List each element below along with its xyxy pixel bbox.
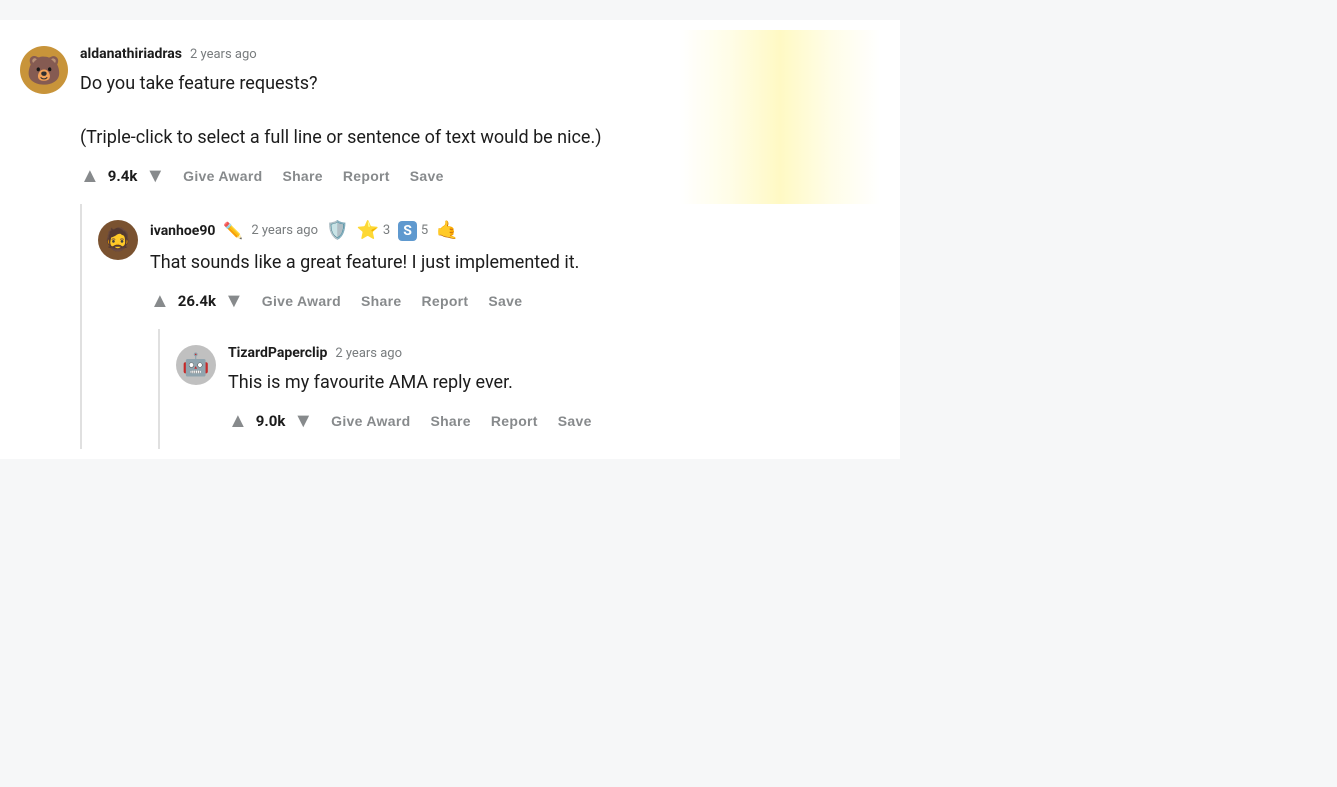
comment-line-1: Do you take feature requests? <box>80 70 880 97</box>
comment-thread: 🐻 aldanathiriadras 2 years ago Do you ta… <box>0 20 900 459</box>
give-award-btn-ivanhoe[interactable]: Give Award <box>260 289 343 313</box>
comment-aldana: 🐻 aldanathiriadras 2 years ago Do you ta… <box>20 30 880 204</box>
comment-text-tizard: This is my favourite AMA reply ever. <box>228 369 880 396</box>
comment-line-ivanhoe-1: That sounds like a great feature! I just… <box>150 249 880 276</box>
comment-body-aldana: aldanathiriadras 2 years ago Do you take… <box>80 46 880 188</box>
comment-header-tizard: TizardPaperclip 2 years ago <box>228 345 880 361</box>
report-btn-aldana[interactable]: Report <box>341 164 392 188</box>
badge-shield: 🛡️ <box>326 220 348 241</box>
username-aldana[interactable]: aldanathiriadras <box>80 46 182 62</box>
give-award-btn-tizard[interactable]: Give Award <box>329 409 412 433</box>
time-tizard: 2 years ago <box>335 346 402 361</box>
nested-comment-ivanhoe: 🧔 ivanhoe90 ✏️ 2 years ago 🛡️ ⭐ 3 S 5 🤙 … <box>80 204 880 449</box>
comment-actions-tizard: ▲ 9.0k ▼ Give Award Share Report Save <box>228 408 880 433</box>
comment-header-aldana: aldanathiriadras 2 years ago <box>80 46 880 62</box>
comment-actions-ivanhoe: ▲ 26.4k ▼ Give Award Share Report Save <box>150 288 880 313</box>
report-btn-tizard[interactable]: Report <box>489 409 540 433</box>
avatar-aldana: 🐻 <box>20 46 68 94</box>
save-btn-tizard[interactable]: Save <box>556 409 594 433</box>
badge-star: ⭐ <box>356 220 378 241</box>
nested-comment-tizard: 🤖 TizardPaperclip 2 years ago This is my… <box>158 329 880 449</box>
time-aldana: 2 years ago <box>190 47 257 62</box>
comment-body-ivanhoe: ivanhoe90 ✏️ 2 years ago 🛡️ ⭐ 3 S 5 🤙 Th… <box>150 220 880 313</box>
avatar-tizard: 🤖 <box>176 345 216 385</box>
upvote-aldana[interactable]: ▲ <box>80 163 100 188</box>
vote-count-tizard: 9.0k <box>256 412 286 430</box>
save-btn-aldana[interactable]: Save <box>408 164 446 188</box>
vote-section-aldana: ▲ 9.4k ▼ <box>80 163 165 188</box>
nested-inner-ivanhoe: 🧔 ivanhoe90 ✏️ 2 years ago 🛡️ ⭐ 3 S 5 🤙 … <box>98 204 880 329</box>
downvote-tizard[interactable]: ▼ <box>293 408 313 433</box>
avatar-ivanhoe: 🧔 <box>98 220 138 260</box>
badge-star-count: 3 <box>383 223 390 238</box>
save-btn-ivanhoe[interactable]: Save <box>486 289 524 313</box>
downvote-ivanhoe[interactable]: ▼ <box>224 288 244 313</box>
comment-header-ivanhoe: ivanhoe90 ✏️ 2 years ago 🛡️ ⭐ 3 S 5 🤙 <box>150 220 880 241</box>
comment-line-2: (Triple-click to select a full line or s… <box>80 124 880 151</box>
badge-s-count: 5 <box>421 223 428 238</box>
vote-count-ivanhoe: 26.4k <box>178 292 216 310</box>
comment-line-tizard-1: This is my favourite AMA reply ever. <box>228 369 880 396</box>
upvote-tizard[interactable]: ▲ <box>228 408 248 433</box>
vote-section-tizard: ▲ 9.0k ▼ <box>228 408 313 433</box>
vote-count-aldana: 9.4k <box>108 167 138 185</box>
nested-inner-tizard: 🤖 TizardPaperclip 2 years ago This is my… <box>176 329 880 449</box>
share-btn-ivanhoe[interactable]: Share <box>359 289 403 313</box>
comment-body-tizard: TizardPaperclip 2 years ago This is my f… <box>228 345 880 433</box>
share-btn-aldana[interactable]: Share <box>280 164 324 188</box>
report-btn-ivanhoe[interactable]: Report <box>419 289 470 313</box>
give-award-btn-aldana[interactable]: Give Award <box>181 164 264 188</box>
share-btn-tizard[interactable]: Share <box>428 409 472 433</box>
comment-text-ivanhoe: That sounds like a great feature! I just… <box>150 249 880 276</box>
time-ivanhoe: 2 years ago <box>251 223 318 238</box>
mod-pencil-icon: ✏️ <box>223 221 243 240</box>
downvote-aldana[interactable]: ▼ <box>145 163 165 188</box>
username-ivanhoe[interactable]: ivanhoe90 <box>150 223 215 239</box>
comment-text-aldana: Do you take feature requests? (Triple-cl… <box>80 70 880 151</box>
comment-actions-aldana: ▲ 9.4k ▼ Give Award Share Report Save <box>80 163 880 188</box>
upvote-ivanhoe[interactable]: ▲ <box>150 288 170 313</box>
badge-hug: 🤙 <box>436 220 458 241</box>
username-tizard[interactable]: TizardPaperclip <box>228 345 327 361</box>
badge-s: S <box>398 221 417 241</box>
vote-section-ivanhoe: ▲ 26.4k ▼ <box>150 288 244 313</box>
